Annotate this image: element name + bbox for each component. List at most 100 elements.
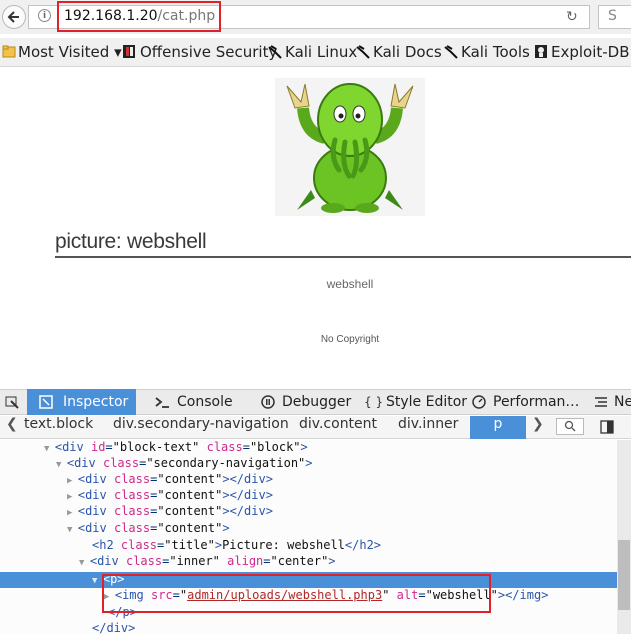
sidebar-toggle-icon[interactable] xyxy=(600,420,614,434)
tag-close: </h2> xyxy=(344,538,382,552)
info-icon[interactable]: i xyxy=(38,9,51,22)
attr-name: class xyxy=(102,456,140,470)
tree-node-h2-title[interactable]: <h2 class="title">Picture: webshell</h2> xyxy=(92,538,381,554)
expand-triangle-icon[interactable]: ▼ xyxy=(67,525,78,535)
tab-debugger[interactable]: Debugger xyxy=(282,389,351,415)
breadcrumb-div-inner[interactable]: div.inner xyxy=(398,416,458,439)
page-title: picture: webshell xyxy=(55,230,207,253)
tag-close: ></div> xyxy=(222,504,273,518)
bookmark-offensive-security[interactable]: Offensive Security xyxy=(140,43,277,61)
expand-triangle-icon[interactable]: ▼ xyxy=(79,558,90,568)
debugger-icon xyxy=(261,395,275,409)
attr-name: id xyxy=(90,440,106,454)
tab-performance[interactable]: Performan… xyxy=(493,389,579,415)
search-icon xyxy=(564,420,576,432)
folder-icon xyxy=(2,45,16,58)
tag-close: ></div> xyxy=(222,472,273,486)
chevron-left-icon[interactable]: ❮ xyxy=(6,416,18,439)
tag-name: <div xyxy=(54,440,91,454)
breadcrumb-text-block[interactable]: text.block xyxy=(24,416,93,439)
copyright-text: No Copyright xyxy=(320,334,380,345)
attr-value: "center" xyxy=(270,554,329,568)
kali-dragon-icon xyxy=(444,45,458,59)
tree-node-block-text[interactable]: ▼ <div id="block-text" class="block"> xyxy=(44,440,308,456)
exploit-db-icon xyxy=(535,45,547,58)
tag-close: > xyxy=(300,440,308,454)
attr-name: class xyxy=(113,521,151,535)
url-highlight-box xyxy=(57,1,221,32)
tag-close: > xyxy=(222,521,230,535)
tab-style-editor[interactable]: Style Editor xyxy=(386,389,467,415)
tab-console[interactable]: Console xyxy=(177,389,233,415)
tag-name: <div xyxy=(77,472,114,486)
tree-node-div-close[interactable]: </div> xyxy=(92,621,135,637)
back-button[interactable] xyxy=(2,5,26,29)
attr-name: class xyxy=(125,554,163,568)
bookmark-kali-docs[interactable]: Kali Docs xyxy=(373,43,442,61)
bookmark-kali-linux[interactable]: Kali Linux xyxy=(285,43,357,61)
reload-icon[interactable]: ↻ xyxy=(566,9,578,25)
attr-value: "content" xyxy=(157,521,223,535)
image-caption: webshell xyxy=(326,277,374,291)
network-icon xyxy=(595,397,607,407)
attr-value: "block" xyxy=(249,440,301,454)
tab-network[interactable]: Ne xyxy=(614,389,631,415)
attr-value: "secondary-navigation" xyxy=(146,456,306,470)
tag-name: <div xyxy=(66,456,103,470)
collapse-triangle-icon[interactable]: ▶ xyxy=(67,508,78,518)
attr-name: class xyxy=(113,472,151,486)
search-label: S xyxy=(608,8,617,24)
expand-triangle-icon[interactable]: ▼ xyxy=(56,460,67,470)
tag-close: > xyxy=(305,456,313,470)
tree-node-content-open[interactable]: ▼ <div class="content"> xyxy=(67,521,230,537)
collapse-triangle-icon[interactable]: ▶ xyxy=(67,492,78,502)
tree-node-content[interactable]: ▶ <div class="content"></div> xyxy=(67,488,273,504)
style-editor-icon: { } xyxy=(364,395,384,409)
tab-inspector-label: Inspector xyxy=(63,394,129,410)
breadcrumb-secondary-navigation[interactable]: div.secondary-navigation xyxy=(113,416,289,439)
bookmark-most-visited[interactable]: Most Visited ▾ xyxy=(18,43,122,61)
title-divider xyxy=(55,256,631,258)
tag-name: <div xyxy=(77,504,114,518)
back-arrow-icon xyxy=(7,11,19,23)
tree-node-content[interactable]: ▶ <div class="content"></div> xyxy=(67,504,273,520)
collapse-triangle-icon[interactable]: ▶ xyxy=(67,476,78,486)
breadcrumb-p[interactable]: p xyxy=(470,416,526,439)
inspector-icon xyxy=(39,395,53,409)
attr-name: class xyxy=(206,440,243,454)
offsec-icon xyxy=(123,45,135,58)
node-text: Picture: webshell xyxy=(222,538,345,552)
cthulhu-picture xyxy=(286,83,414,213)
breadcrumb-div-content[interactable]: div.content xyxy=(299,416,377,439)
attr-value: "block-text" xyxy=(112,440,200,454)
tag-close: </div> xyxy=(92,621,136,635)
tree-node-secondary-navigation[interactable]: ▼ <div class="secondary-navigation"> xyxy=(56,456,313,472)
attr-value: "content" xyxy=(157,504,223,518)
tree-node-inner[interactable]: ▼ <div class="inner" align="center"> xyxy=(79,554,336,570)
tag-close: > xyxy=(328,554,336,568)
kali-dragon-icon xyxy=(268,45,282,59)
bookmark-exploit-db[interactable]: Exploit-DB xyxy=(551,43,630,61)
chevron-right-icon[interactable]: ❯ xyxy=(532,416,544,439)
pick-element-icon[interactable] xyxy=(5,396,19,409)
performance-icon xyxy=(472,395,486,409)
tag-close: ></div> xyxy=(222,488,273,502)
kali-dragon-icon xyxy=(356,45,370,59)
console-icon xyxy=(155,397,169,408)
tag-close: > xyxy=(214,538,223,552)
tag-close: ></img> xyxy=(497,588,549,602)
attr-name: align xyxy=(227,554,264,568)
tag-name: <h2 xyxy=(92,538,121,552)
cthulhu-image xyxy=(275,78,425,216)
attr-value: "content" xyxy=(157,488,223,502)
scrollbar-thumb[interactable] xyxy=(618,540,630,610)
attr-name: class xyxy=(113,504,151,518)
tree-node-content[interactable]: ▶ <div class="content"></div> xyxy=(67,472,273,488)
attr-name: class xyxy=(113,488,151,502)
bookmark-kali-tools[interactable]: Kali Tools xyxy=(461,43,530,61)
tag-name: <div xyxy=(77,521,114,535)
tag-name: <div xyxy=(77,488,114,502)
attr-value: "inner" xyxy=(169,554,220,568)
attr-value: "content" xyxy=(157,472,223,486)
expand-triangle-icon[interactable]: ▼ xyxy=(44,444,55,454)
